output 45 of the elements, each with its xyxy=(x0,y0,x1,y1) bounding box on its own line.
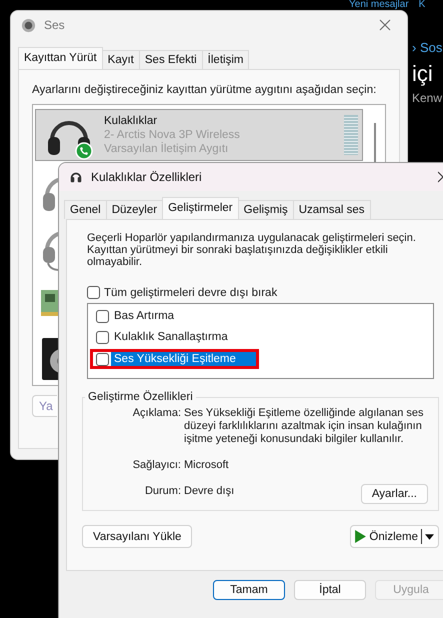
device-item[interactable]: Kulaklıklar 2- Arctis Nova 3P Wireless Varsayılan İletişim Aygıtı xyxy=(35,109,363,161)
property-value: Ses Yüksekliği Eşitleme özelliğinde algılanan ses düzeyi farklılıklarını azaltmak için insan kulağının işitme yeteneği konusundaki bilgiler kullanılır. xyxy=(184,407,424,446)
checkbox[interactable] xyxy=(96,310,109,322)
property-label: Sağlayıcı: xyxy=(132,459,181,472)
settings-button[interactable]: Ayarlar... xyxy=(360,484,428,504)
tab[interactable]: Kayıttan Yürüt xyxy=(18,47,103,69)
enhancement-item[interactable]: Kulaklık Sanallaştırma xyxy=(91,328,233,346)
close-icon[interactable] xyxy=(379,19,391,31)
page-heading: içi xyxy=(412,61,434,87)
enhancement-item[interactable]: Ses Yüksekliği Eşitleme xyxy=(90,349,259,369)
enhancement-label: Bas Artırma xyxy=(113,309,176,323)
restore-defaults-button[interactable]: Varsayılanı Yükle xyxy=(82,525,192,548)
property-value: Microsoft xyxy=(184,459,229,472)
checkbox[interactable] xyxy=(96,330,109,344)
description-text: Geçerli Hoparlör yapılandırmanıza uygulanacak geliştirmeleri seçin. Kayıttan yürütmeyi bir sonraki başlatışınızda değişiklikler etkili olmayabilir. xyxy=(87,232,417,268)
play-icon xyxy=(355,530,366,543)
tab[interactable]: İletişim xyxy=(202,50,250,69)
window-title: Ses xyxy=(44,18,66,32)
page-subtext: Kenw xyxy=(412,91,443,105)
enhancement-label: Ses Yüksekliği Eşitleme xyxy=(111,352,256,366)
caret-icon xyxy=(425,534,434,540)
enhancement-label: Kulaklık Sanallaştırma xyxy=(113,330,229,344)
group-title: Geliştirme Özellikleri xyxy=(87,391,194,403)
tab[interactable]: Genel xyxy=(64,200,107,219)
property-value: Devre dışı xyxy=(184,485,234,498)
headset-icon xyxy=(69,170,83,184)
dialog-button[interactable]: İptal xyxy=(294,580,366,600)
checkbox[interactable] xyxy=(96,352,109,366)
enhancement-item[interactable]: Bas Artırma xyxy=(91,307,180,325)
tab[interactable]: Uzamsal ses xyxy=(292,200,371,219)
property-label: Açıklama: xyxy=(132,407,181,421)
page-link[interactable]: Yeni mesajlar xyxy=(349,0,409,10)
page-link[interactable]: K xyxy=(418,0,426,10)
device-status: Varsayılan İletişim Aygıtı xyxy=(104,142,230,156)
disable-all-checkbox[interactable]: Tüm geliştirmeleri devre dışı bırak xyxy=(87,286,443,299)
device-model: 2- Arctis Nova 3P Wireless xyxy=(104,128,241,142)
property-label: Durum: xyxy=(144,485,181,498)
window-title: Kulaklıklar Özellikleri xyxy=(91,170,203,184)
dialog-button[interactable]: Tamam xyxy=(213,580,285,600)
instruction-text: Ayarlarını değiştireceğiniz kayıttan yürütme aygıtını aşağıdan seçin: xyxy=(32,84,378,96)
breadcrumb[interactable]: › Sos xyxy=(412,40,443,55)
device-name: Kulaklıklar xyxy=(104,114,158,128)
tab[interactable]: Geliştirmeler xyxy=(162,197,239,219)
close-icon[interactable] xyxy=(438,171,443,183)
preview-button[interactable]: Önizleme xyxy=(350,525,439,548)
